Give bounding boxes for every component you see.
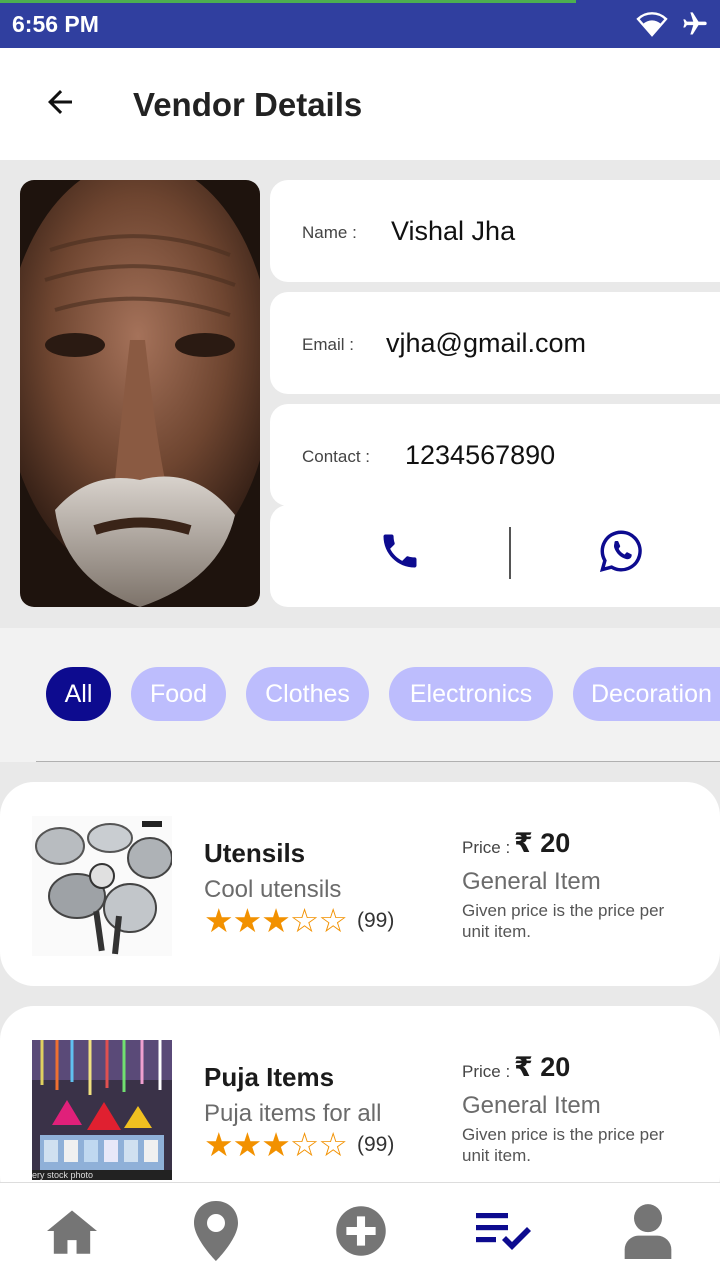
back-button[interactable]: [38, 82, 82, 126]
contact-label: Contact :: [302, 447, 371, 466]
load-progress-bar: [0, 0, 576, 3]
item-type: General Item: [462, 1092, 601, 1119]
item-description: Puja items for all: [204, 1100, 382, 1127]
person-icon: [624, 1203, 672, 1264]
star-rating: ★ ★ ★ ☆ ☆ (99): [204, 1128, 394, 1161]
price-label: Price :: [462, 838, 511, 857]
vendor-info-section: Name : Vishal Jha Email : vjha@gmail.com…: [0, 160, 720, 628]
image-watermark: ery stock photo: [32, 1170, 94, 1180]
whatsapp-button[interactable]: [593, 525, 649, 581]
list-item[interactable]: ery stock photo Puja Items Puja items fo…: [0, 1006, 720, 1210]
item-price: ₹ 20: [514, 1052, 571, 1082]
star-filled-icon: ★: [232, 1126, 263, 1163]
price-note: Given price is the price per unit item.: [462, 901, 665, 941]
list-item[interactable]: Utensils Cool utensils ★ ★ ★ ☆ ☆ (99) Pr…: [0, 782, 720, 986]
name-label: Name :: [302, 223, 357, 242]
vendor-photo: [20, 180, 260, 607]
item-image: ery stock photo: [32, 1040, 172, 1180]
category-chip-food[interactable]: Food: [131, 667, 226, 721]
nav-profile[interactable]: [618, 1203, 678, 1263]
page-title: Vendor Details: [133, 86, 363, 123]
category-chip-clothes[interactable]: Clothes: [246, 667, 369, 721]
location-pin-icon: [192, 1200, 240, 1266]
status-time: 6:56 PM: [12, 11, 99, 37]
call-button[interactable]: [372, 525, 428, 581]
item-price: ₹ 20: [514, 828, 571, 858]
star-empty-icon: ☆: [289, 1126, 320, 1163]
star-empty-icon: ☆: [318, 1126, 348, 1163]
airplane-icon: [680, 10, 710, 43]
vendor-name: Vishal Jha: [391, 216, 516, 246]
category-divider: [36, 761, 720, 762]
vendor-email-card: Email : vjha@gmail.com: [270, 292, 720, 394]
star-filled-icon: ★: [232, 902, 263, 939]
star-filled-icon: ★: [261, 1126, 291, 1163]
item-name: Utensils: [204, 838, 306, 868]
phone-icon: [378, 529, 422, 578]
wifi-icon: [636, 11, 668, 42]
app-bar: Vendor Details: [0, 48, 720, 160]
review-count: (99): [356, 1132, 395, 1156]
price-label: Price :: [462, 1062, 511, 1081]
star-empty-icon: ☆: [289, 902, 320, 939]
vendor-email: vjha@gmail.com: [386, 328, 586, 358]
add-circle-icon: [334, 1204, 388, 1263]
category-chip-decoration[interactable]: Decoration: [573, 667, 720, 721]
star-filled-icon: ★: [204, 902, 234, 939]
star-filled-icon: ★: [261, 902, 291, 939]
review-count: (99): [356, 908, 395, 932]
star-empty-icon: ☆: [318, 902, 348, 939]
whatsapp-icon: [598, 528, 644, 579]
list-check-icon: [476, 1211, 532, 1256]
home-icon: [44, 1206, 100, 1261]
category-filter-bar: All Food Clothes Electronics Decoration: [0, 628, 720, 762]
nav-location[interactable]: [186, 1200, 246, 1266]
bottom-navigation: [0, 1182, 720, 1280]
arrow-left-icon: [42, 84, 78, 125]
vendor-contact: 1234567890: [405, 440, 556, 470]
star-filled-icon: ★: [204, 1126, 234, 1163]
nav-add[interactable]: [331, 1203, 391, 1263]
item-image: [32, 816, 172, 956]
status-bar: 6:56 PM: [0, 0, 720, 48]
item-name: Puja Items: [204, 1062, 335, 1092]
nav-orders[interactable]: [474, 1203, 534, 1263]
star-rating: ★ ★ ★ ☆ ☆ (99): [204, 904, 394, 937]
nav-home[interactable]: [42, 1203, 102, 1263]
contact-actions: [270, 505, 720, 607]
item-description: Cool utensils: [204, 876, 342, 903]
price-note: Given price is the price per unit item.: [462, 1125, 665, 1165]
vendor-name-card: Name : Vishal Jha: [270, 180, 720, 282]
category-chip-electronics[interactable]: Electronics: [389, 667, 553, 721]
actions-divider: [509, 527, 511, 579]
item-type: General Item: [462, 868, 601, 895]
category-chip-all[interactable]: All: [46, 667, 111, 721]
vendor-contact-card: Contact : 1234567890: [270, 404, 720, 506]
email-label: Email :: [302, 335, 354, 354]
